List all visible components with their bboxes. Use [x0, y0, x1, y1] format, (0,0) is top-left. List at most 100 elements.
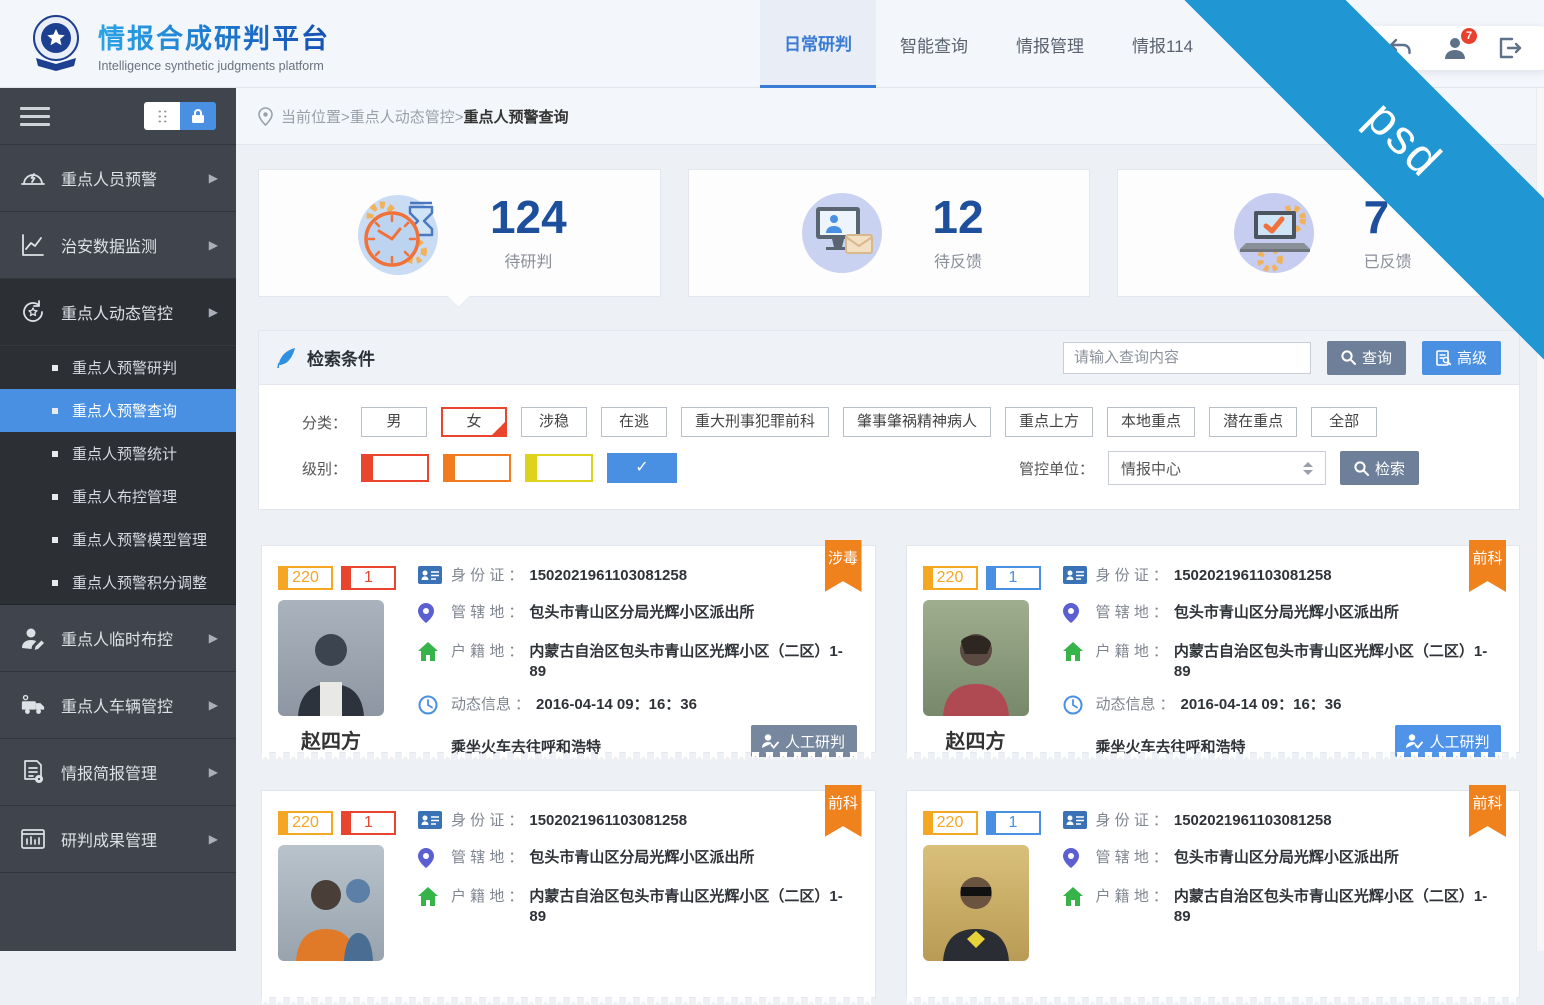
stat-card-pending[interactable]: 124 待研判 [258, 169, 661, 297]
stat-card-awaiting-feedback[interactable]: 12 待反馈 [688, 169, 1091, 297]
search-panel-title: 检索条件 [307, 345, 375, 370]
manual-research-button[interactable]: 人工研判 [1395, 725, 1501, 757]
category-stability[interactable]: 涉稳 [521, 407, 587, 437]
search-icon [1341, 350, 1356, 365]
chevron-right-icon: ▶ [209, 631, 218, 645]
done-laptop-icon [1226, 185, 1322, 281]
category-local-key[interactable]: 本地重点 [1107, 407, 1195, 437]
tab-daily-research[interactable]: 日常研判 [760, 0, 876, 88]
category-criminal-record[interactable]: 重大刑事犯罪前科 [681, 407, 829, 437]
manual-research-button[interactable]: 人工研判 [751, 725, 857, 757]
sidebar-sub-model-manage[interactable]: 重点人预警模型管理 [0, 518, 236, 561]
category-fugitive[interactable]: 在逃 [601, 407, 667, 437]
sidebar-item-security-data[interactable]: 治安数据监测 ▶ [0, 212, 236, 279]
tab-intel-114[interactable]: 情报114 [1108, 0, 1217, 88]
category-all[interactable]: 全部 [1311, 407, 1377, 437]
person-check-icon [1406, 733, 1423, 749]
category-male[interactable]: 男 [361, 407, 427, 437]
clock-icon [418, 695, 442, 721]
advanced-search-icon [1436, 350, 1451, 366]
advanced-button[interactable]: 高级 [1422, 341, 1501, 375]
residence: 内蒙古自治区包头市青山区光辉小区（二区）1-89 [1174, 642, 1501, 682]
sidebar-sub-warning-query[interactable]: 重点人预警查询 [0, 389, 236, 432]
level-yellow-chip[interactable] [525, 454, 593, 482]
sidebar-item-results-manage[interactable]: 研判成果管理 ▶ [0, 806, 236, 873]
sidebar-sub-score-adjust[interactable]: 重点人预警积分调整 [0, 561, 236, 604]
sidebar-sub-warning-research[interactable]: 重点人预警研判 [0, 346, 236, 389]
category-potential-key[interactable]: 潜在重点 [1209, 407, 1297, 437]
grip-icon [144, 102, 180, 130]
person-card: 前科 220 1 身 份 证： 1502021961103081258 [261, 790, 876, 998]
brand: 情报合成研判平台 Intelligence synthetic judgment… [28, 12, 330, 77]
query-button[interactable]: 查询 [1327, 341, 1406, 375]
app-title: 情报合成研判平台 [98, 17, 330, 56]
retrieve-button[interactable]: 检索 [1340, 451, 1419, 485]
alert-badge: 1 [341, 566, 396, 590]
category-key-upper[interactable]: 重点上方 [1005, 407, 1093, 437]
category-row: 分类： 男 女 涉稳 在逃 重大刑事犯罪前科 肇事肇祸精神病人 重点上方 本地重… [259, 407, 1499, 437]
logout-icon[interactable] [1496, 35, 1522, 61]
search-input[interactable] [1063, 342, 1311, 374]
stat-value: 7 [1364, 194, 1412, 240]
jurisdiction: 包头市青山区分局光辉小区派出所 [529, 848, 754, 868]
level-confirm-button[interactable]: ✓ [607, 453, 677, 483]
category-female[interactable]: 女 [441, 407, 507, 437]
unit-select[interactable]: 情报中心 [1108, 451, 1326, 485]
sidebar-sub-control-manage[interactable]: 重点人布控管理 [0, 475, 236, 518]
sidebar-item-label: 情报简报管理 [61, 760, 157, 784]
level-label: 级别： [259, 458, 347, 479]
clock-icon [1063, 695, 1087, 721]
sidebar-item-dynamic-control[interactable]: 重点人动态管控 ▶ [0, 279, 236, 346]
sidebar-item-label: 重点人员预警 [61, 166, 157, 190]
sidebar-item-briefing-manage[interactable]: 情报简报管理 ▶ [0, 739, 236, 806]
sidebar-item-vehicle-control[interactable]: 重点人车辆管控 ▶ [0, 672, 236, 739]
person-name: 赵四方 [923, 725, 1029, 754]
score-badge: 220 [278, 811, 333, 835]
notification-badge: 7 [1460, 27, 1478, 45]
chevron-right-icon: ▶ [209, 832, 218, 846]
score-badge: 220 [923, 566, 978, 590]
search-panel-header: 检索条件 查询 高级 [259, 331, 1519, 385]
stats-row: 124 待研判 12 待反馈 [258, 169, 1520, 297]
refresh-star-icon [18, 297, 48, 327]
app-header: 情报合成研判平台 Intelligence synthetic judgment… [0, 0, 1544, 88]
home-icon [1063, 887, 1087, 912]
menu-hamburger-icon[interactable] [20, 102, 50, 131]
tab-intel-manage[interactable]: 情报管理 [992, 0, 1108, 88]
person-card: 涉毒 220 1 赵四方 身 份 证： 1502021961103081258 [261, 545, 876, 753]
jurisdiction-pin-icon [1063, 603, 1087, 629]
sidebar-group-dynamic-control: 重点人动态管控 ▶ 重点人预警研判 重点人预警查询 重点人预警统计 重点人布控管… [0, 279, 236, 605]
sidebar-sub-warning-stats[interactable]: 重点人预警统计 [0, 432, 236, 475]
tab-special[interactable]: 专 [1217, 0, 1282, 88]
user-icon[interactable]: 7 [1442, 35, 1468, 61]
quill-icon [277, 347, 297, 369]
truck-icon [18, 690, 48, 720]
chevron-right-icon: ▶ [209, 305, 218, 319]
chevron-right-icon: ▶ [209, 765, 218, 779]
stat-card-feedback-done[interactable]: 7 已反馈 [1117, 169, 1520, 297]
tab-smart-query[interactable]: 智能查询 [876, 0, 992, 88]
level-orange-chip[interactable] [443, 454, 511, 482]
select-arrows-icon [1303, 462, 1313, 475]
level-red-chip[interactable] [361, 454, 429, 482]
unit-selected-value: 情报中心 [1121, 458, 1181, 479]
id-card-icon [418, 566, 442, 590]
feedback-monitor-icon [794, 185, 890, 281]
stat-value: 12 [932, 194, 983, 240]
stat-value: 124 [490, 194, 567, 240]
sidebar-pin-toggle[interactable] [144, 102, 216, 130]
person-photo [923, 600, 1029, 716]
category-mental[interactable]: 肇事肇祸精神病人 [843, 407, 991, 437]
undo-icon[interactable] [1388, 35, 1414, 61]
breadcrumb-current: 重点人预警查询 [464, 106, 569, 127]
alert-badge: 1 [986, 566, 1041, 590]
sidebar-item-temp-control[interactable]: 重点人临时布控 ▶ [0, 605, 236, 672]
app-subtitle: Intelligence synthetic judgments platfor… [98, 59, 330, 73]
id-number: 1502021961103081258 [1174, 566, 1332, 586]
pending-clock-icon [352, 185, 448, 281]
sidebar-item-label: 治安数据监测 [61, 233, 157, 257]
search-panel: 检索条件 查询 高级 [258, 330, 1520, 510]
sidebar-item-label: 研判成果管理 [61, 827, 157, 851]
scrollbar-track[interactable] [1536, 88, 1544, 951]
sidebar-item-person-alert[interactable]: 重点人员预警 ▶ [0, 145, 236, 212]
